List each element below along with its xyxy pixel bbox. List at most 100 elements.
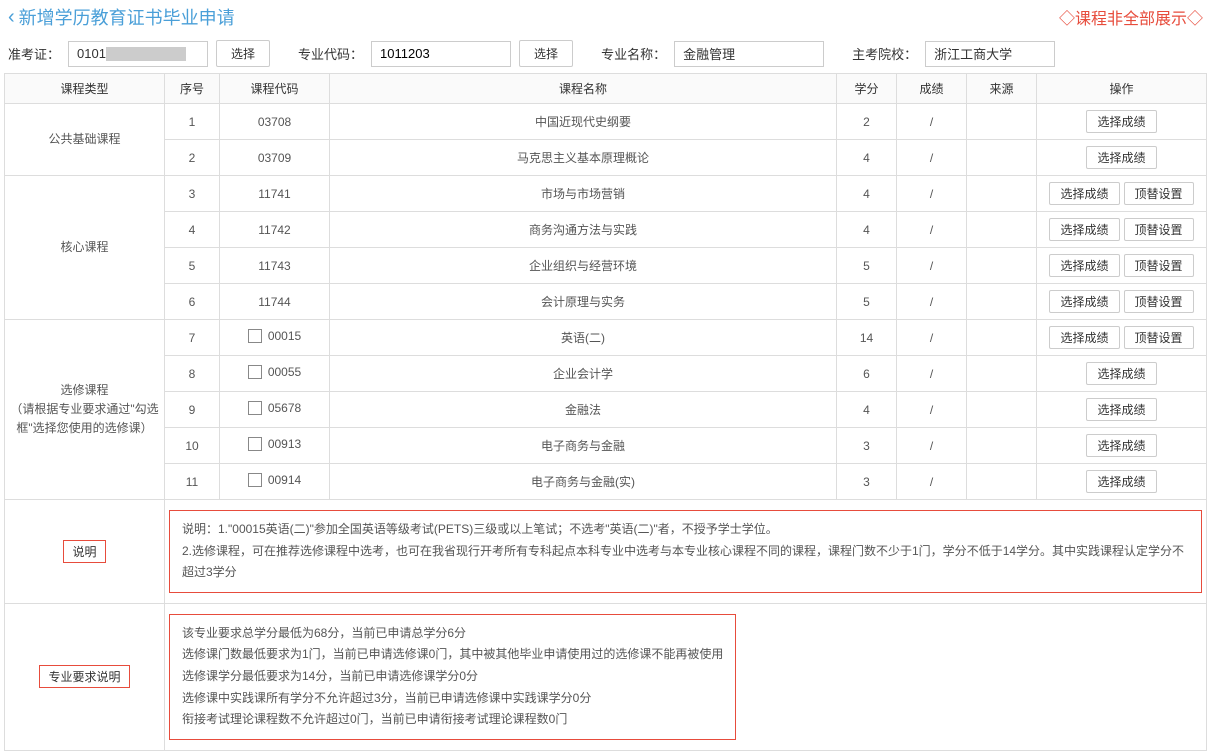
action-cell: 选择成绩顶替设置 <box>1037 212 1207 248</box>
th-name: 课程名称 <box>330 74 837 104</box>
code-cell: 11741 <box>220 176 330 212</box>
course-checkbox[interactable] <box>248 401 262 415</box>
seq-cell: 6 <box>165 284 220 320</box>
major-code-label: 专业代码： <box>298 44 363 63</box>
name-cell: 金融法 <box>330 392 837 428</box>
note-label-1: 说明 <box>63 540 105 563</box>
score-cell: / <box>897 104 967 140</box>
source-cell <box>967 176 1037 212</box>
seq-cell: 9 <box>165 392 220 428</box>
major-name-label: 专业名称： <box>601 44 666 63</box>
substitute-button[interactable]: 顶替设置 <box>1124 182 1194 205</box>
name-cell: 市场与市场营销 <box>330 176 837 212</box>
course-checkbox[interactable] <box>248 473 262 487</box>
note-text-2: 该专业要求总学分最低为68分，当前已申请总学分6分选修课门数最低要求为1门，当前… <box>169 614 736 740</box>
substitute-button[interactable]: 顶替设置 <box>1124 254 1194 277</box>
select-score-button[interactable]: 选择成绩 <box>1086 146 1156 169</box>
course-type-cell: 公共基础课程 <box>5 104 165 176</box>
seq-cell: 5 <box>165 248 220 284</box>
th-source: 来源 <box>967 74 1037 104</box>
select-score-button[interactable]: 选择成绩 <box>1086 362 1156 385</box>
major-code-select-button[interactable]: 选择 <box>519 40 573 67</box>
name-cell: 商务沟通方法与实践 <box>330 212 837 248</box>
note-label-2: 专业要求说明 <box>39 665 129 688</box>
course-type-cell: 核心课程 <box>5 176 165 320</box>
score-cell: / <box>897 356 967 392</box>
th-credit: 学分 <box>837 74 897 104</box>
score-cell: / <box>897 176 967 212</box>
major-code-input[interactable] <box>371 41 511 67</box>
source-cell <box>967 140 1037 176</box>
action-cell: 选择成绩 <box>1037 104 1207 140</box>
source-cell <box>967 104 1037 140</box>
seq-cell: 10 <box>165 428 220 464</box>
course-checkbox[interactable] <box>248 365 262 379</box>
source-cell <box>967 320 1037 356</box>
score-cell: / <box>897 464 967 500</box>
select-score-button[interactable]: 选择成绩 <box>1049 326 1119 349</box>
source-cell <box>967 392 1037 428</box>
seq-cell: 3 <box>165 176 220 212</box>
back-icon[interactable]: ‹ <box>8 6 15 29</box>
name-cell: 英语(二) <box>330 320 837 356</box>
name-cell: 企业会计学 <box>330 356 837 392</box>
select-score-button[interactable]: 选择成绩 <box>1086 470 1156 493</box>
substitute-button[interactable]: 顶替设置 <box>1124 290 1194 313</box>
major-name-field: 金融管理 <box>674 41 824 67</box>
select-score-button[interactable]: 选择成绩 <box>1049 218 1119 241</box>
code-cell: 00913 <box>220 428 330 464</box>
action-cell: 选择成绩 <box>1037 464 1207 500</box>
select-score-button[interactable]: 选择成绩 <box>1049 290 1119 313</box>
seq-cell: 11 <box>165 464 220 500</box>
source-cell <box>967 248 1037 284</box>
action-cell: 选择成绩 <box>1037 356 1207 392</box>
credit-cell: 3 <box>837 428 897 464</box>
note-text-1: 说明：1."00015英语(二)"参加全国英语等级考试(PETS)三级或以上笔试… <box>169 510 1202 593</box>
exam-id-field: 0101 <box>68 41 208 67</box>
action-cell: 选择成绩顶替设置 <box>1037 248 1207 284</box>
source-cell <box>967 428 1037 464</box>
exam-id-select-button[interactable]: 选择 <box>216 40 270 67</box>
substitute-button[interactable]: 顶替设置 <box>1124 326 1194 349</box>
score-cell: / <box>897 320 967 356</box>
course-checkbox[interactable] <box>248 437 262 451</box>
th-action: 操作 <box>1037 74 1207 104</box>
select-score-button[interactable]: 选择成绩 <box>1049 182 1119 205</box>
credit-cell: 4 <box>837 392 897 428</box>
course-table: 课程类型 序号 课程代码 课程名称 学分 成绩 来源 操作 公共基础课程1037… <box>4 73 1207 751</box>
source-cell <box>967 464 1037 500</box>
code-cell: 03708 <box>220 104 330 140</box>
th-score: 成绩 <box>897 74 967 104</box>
seq-cell: 8 <box>165 356 220 392</box>
action-cell: 选择成绩顶替设置 <box>1037 284 1207 320</box>
seq-cell: 4 <box>165 212 220 248</box>
name-cell: 马克思主义基本原理概论 <box>330 140 837 176</box>
select-score-button[interactable]: 选择成绩 <box>1086 398 1156 421</box>
select-score-button[interactable]: 选择成绩 <box>1086 110 1156 133</box>
action-cell: 选择成绩顶替设置 <box>1037 320 1207 356</box>
school-label: 主考院校： <box>852 44 917 63</box>
score-cell: / <box>897 392 967 428</box>
code-cell: 11743 <box>220 248 330 284</box>
th-code: 课程代码 <box>220 74 330 104</box>
substitute-button[interactable]: 顶替设置 <box>1124 218 1194 241</box>
action-cell: 选择成绩顶替设置 <box>1037 176 1207 212</box>
select-score-button[interactable]: 选择成绩 <box>1049 254 1119 277</box>
name-cell: 中国近现代史纲要 <box>330 104 837 140</box>
code-cell: 00015 <box>220 320 330 356</box>
code-cell: 11744 <box>220 284 330 320</box>
exam-id-label: 准考证： <box>8 44 60 63</box>
warning-text: ◇课程非全部展示◇ <box>1059 5 1203 29</box>
credit-cell: 2 <box>837 104 897 140</box>
credit-cell: 4 <box>837 212 897 248</box>
credit-cell: 3 <box>837 464 897 500</box>
select-score-button[interactable]: 选择成绩 <box>1086 434 1156 457</box>
course-checkbox[interactable] <box>248 329 262 343</box>
seq-cell: 1 <box>165 104 220 140</box>
name-cell: 企业组织与经营环境 <box>330 248 837 284</box>
name-cell: 电子商务与金融(实) <box>330 464 837 500</box>
action-cell: 选择成绩 <box>1037 140 1207 176</box>
score-cell: / <box>897 140 967 176</box>
code-cell: 11742 <box>220 212 330 248</box>
th-type: 课程类型 <box>5 74 165 104</box>
